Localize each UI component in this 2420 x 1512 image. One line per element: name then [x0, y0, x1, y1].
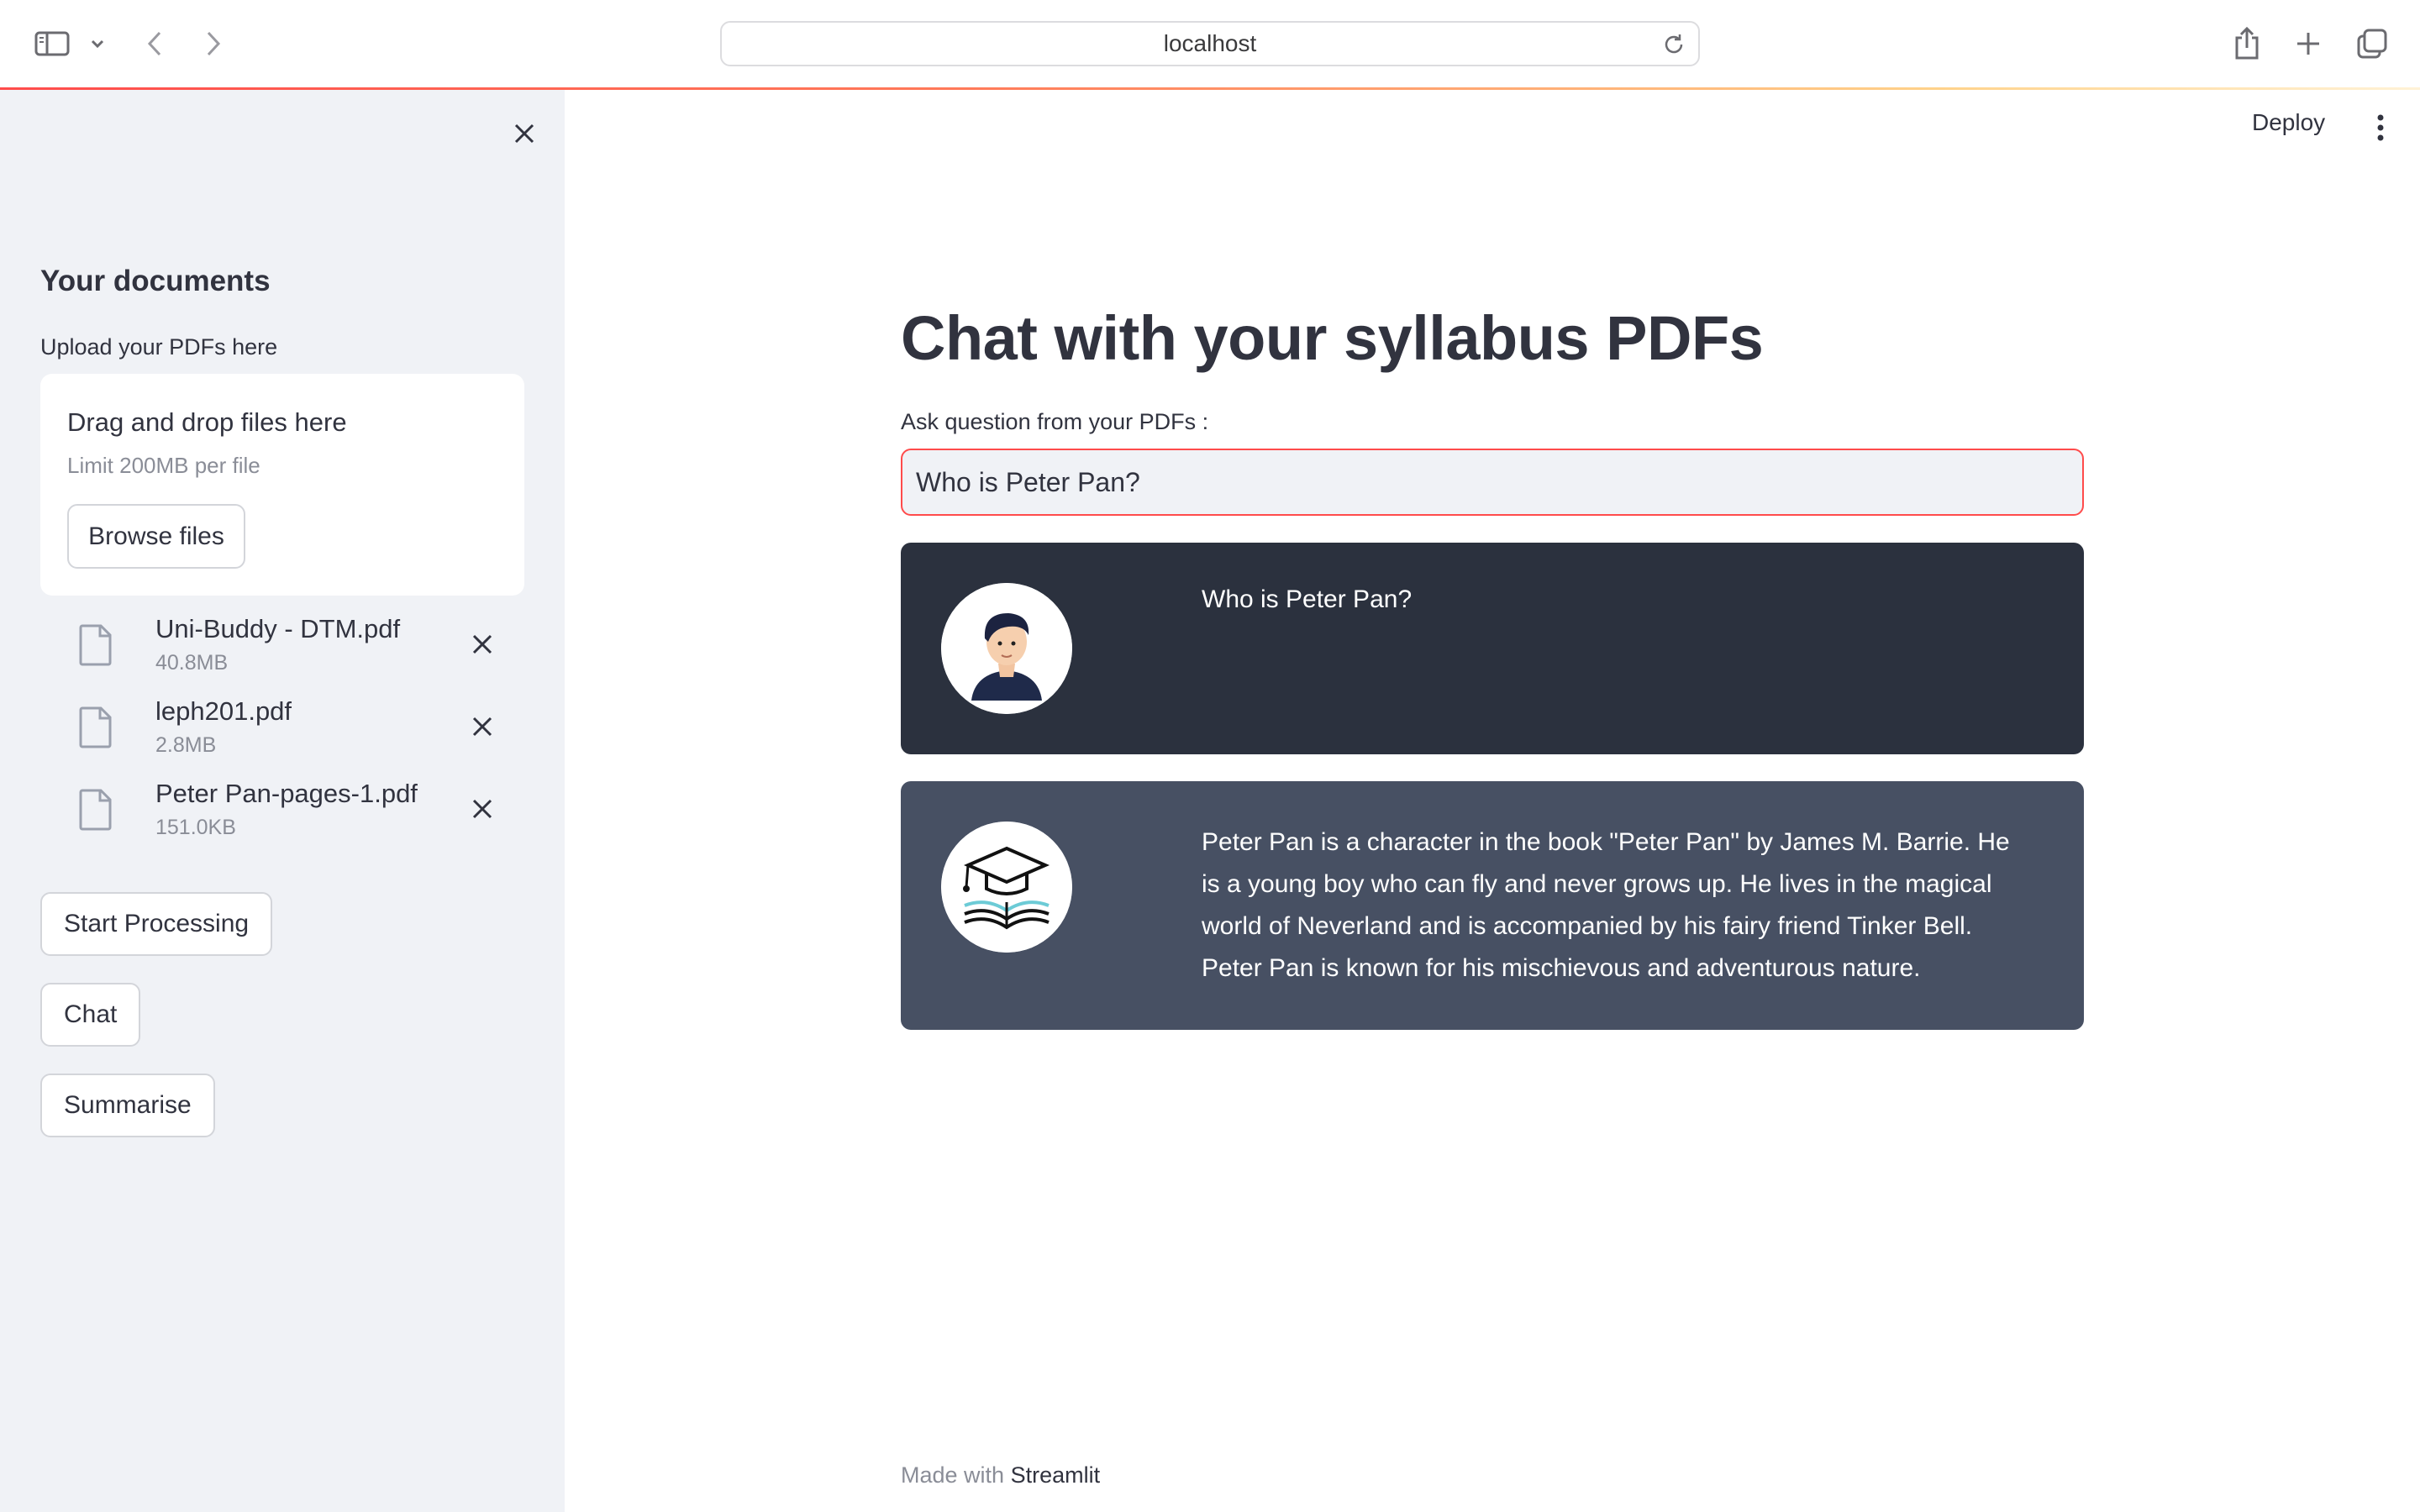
kebab-menu-icon[interactable] [2368, 111, 2393, 144]
file-name: leph201.pdf [155, 696, 292, 726]
upload-label: Upload your PDFs here [40, 334, 278, 360]
uploaded-file-item: leph201.pdf 2.8MB [40, 695, 524, 770]
remove-file-close-icon[interactable] [464, 708, 501, 745]
remove-file-close-icon[interactable] [464, 790, 501, 827]
bot-message-text: Peter Pan is a character in the book "Pe… [1202, 828, 2010, 982]
file-icon [79, 624, 113, 670]
deploy-button[interactable]: Deploy [2252, 109, 2325, 136]
file-name: Peter Pan-pages-1.pdf [155, 779, 418, 808]
close-icon[interactable] [504, 113, 544, 154]
sidebar-toggle-icon[interactable] [32, 18, 72, 69]
reload-icon[interactable] [1661, 32, 1686, 61]
dropzone-limit: Limit 200MB per file [67, 453, 260, 478]
graduation-book-avatar-icon [941, 822, 1072, 953]
browse-files-button[interactable]: Browse files [67, 504, 245, 569]
file-size: 2.8MB [155, 733, 217, 757]
start-processing-button[interactable]: Start Processing [40, 892, 273, 956]
chevron-down-icon[interactable] [87, 18, 108, 69]
user-message: Who is Peter Pan? [901, 543, 2084, 754]
file-dropzone[interactable]: Drag and drop files here Limit 200MB per… [40, 374, 524, 596]
sidebar: Your documents Upload your PDFs here Dra… [0, 90, 565, 1512]
chat-button[interactable]: Chat [40, 983, 141, 1047]
file-icon [79, 789, 113, 835]
page-title: Chat with your syllabus PDFs [901, 303, 1764, 373]
uploaded-file-item: Uni-Buddy - DTM.pdf 40.8MB [40, 612, 524, 688]
uploaded-file-item: Peter Pan-pages-1.pdf 151.0KB [40, 777, 524, 853]
question-label: Ask question from your PDFs : [901, 409, 1209, 434]
bot-message: Peter Pan is a character in the book "Pe… [901, 781, 2084, 1030]
remove-file-close-icon[interactable] [464, 626, 501, 663]
user-message-text: Who is Peter Pan? [1202, 585, 1413, 613]
footer-prefix: Made with [901, 1462, 1005, 1488]
forward-icon[interactable] [200, 18, 227, 69]
footer: Made with Streamlit [901, 1462, 1100, 1488]
streamlit-link[interactable]: Streamlit [1011, 1462, 1101, 1488]
address-bar[interactable]: localhost [720, 21, 1700, 66]
url-text: localhost [1163, 30, 1257, 56]
file-name: Uni-Buddy - DTM.pdf [155, 614, 401, 643]
file-size: 40.8MB [155, 651, 229, 675]
sidebar-heading: Your documents [40, 265, 271, 297]
browser-toolbar: localhost [0, 0, 2420, 87]
new-tab-icon[interactable] [2291, 18, 2325, 69]
tabs-overview-icon[interactable] [2354, 18, 2390, 69]
share-icon[interactable] [2230, 18, 2264, 69]
file-icon [79, 706, 113, 753]
summarise-button[interactable]: Summarise [40, 1074, 215, 1137]
dropzone-title: Drag and drop files here [67, 407, 347, 437]
back-icon[interactable] [141, 18, 168, 69]
question-input[interactable] [901, 449, 2084, 516]
file-size: 151.0KB [155, 816, 236, 839]
user-avatar-icon [941, 583, 1072, 714]
